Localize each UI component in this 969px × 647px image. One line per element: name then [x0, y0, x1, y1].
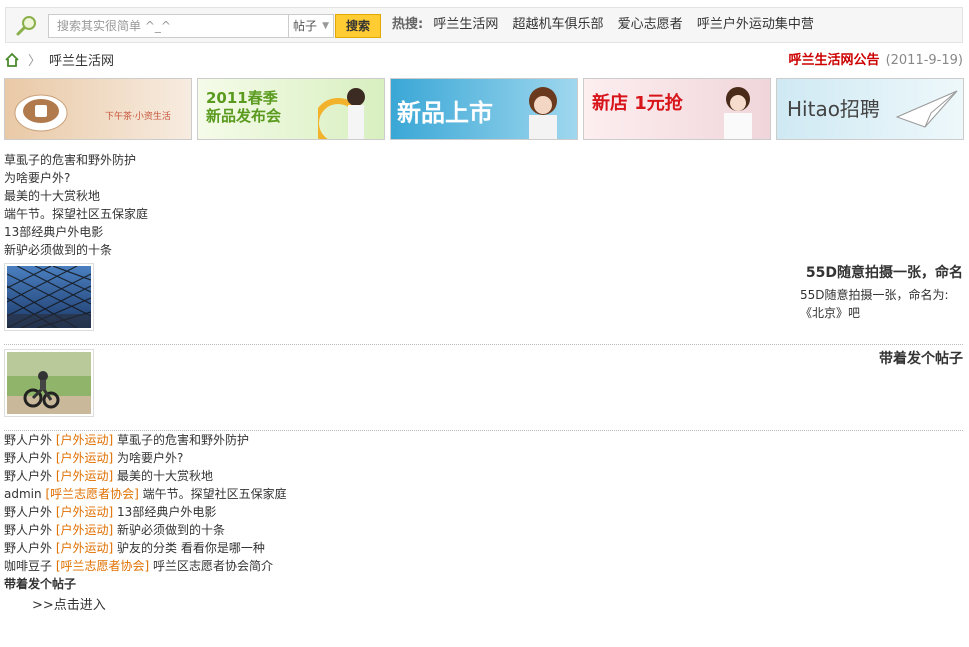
featured-thumbnail[interactable] — [4, 349, 94, 417]
hot-search: 热搜: 呼兰生活网 超越机车俱乐部 爱心志愿者 呼兰户外运动集中营 — [392, 8, 824, 42]
post-author[interactable]: 野人户外 — [4, 469, 52, 483]
model-photo — [318, 88, 365, 139]
post-title[interactable]: 端午节。探望社区五保家庭 — [143, 487, 287, 501]
post-author[interactable]: 野人户外 — [4, 505, 52, 519]
table-row: 野人户外 [户外运动] 13部经典户外电影 — [4, 503, 287, 521]
model-photo — [529, 87, 557, 139]
fence-sky-photo — [6, 265, 92, 329]
list-item[interactable]: 最美的十大赏秋地 — [4, 189, 100, 203]
motorbike-photo — [7, 352, 91, 414]
post-author[interactable]: 咖啡豆子 — [4, 559, 52, 573]
post-title[interactable]: 呼兰区志愿者协会简介 — [153, 559, 273, 573]
featured-thumbnail[interactable] — [4, 263, 94, 331]
chevron-right-icon: 〉 — [28, 54, 42, 69]
post-author[interactable]: 野人户外 — [4, 541, 52, 555]
table-row: 野人户外 [户外运动] 驴友的分类 看看你是哪一种 — [4, 539, 287, 557]
list-item[interactable]: 草虱子的危害和野外防护 — [4, 153, 136, 167]
list-item[interactable]: 端午节。探望社区五保家庭 — [4, 207, 148, 221]
post-author[interactable]: 野人户外 — [4, 523, 52, 537]
post-category[interactable]: [呼兰志愿者协会] — [45, 487, 138, 501]
banner-title: Hitao招聘 — [787, 97, 880, 121]
search-button[interactable]: 搜索 — [335, 14, 381, 38]
list-item[interactable]: 为啥要户外? — [4, 171, 70, 185]
table-row: admin [呼兰志愿者协会] 端午节。探望社区五保家庭 — [4, 485, 287, 503]
paper-plane-icon — [895, 90, 958, 128]
featured-title[interactable]: 55D随意拍摄一张，命名 — [806, 262, 963, 282]
home-icon[interactable] — [4, 52, 20, 68]
breadcrumb: 〉呼兰生活网 — [4, 52, 114, 70]
banner-recruitment[interactable]: Hitao招聘 — [776, 78, 964, 140]
post-title[interactable]: 13部经典户外电影 — [117, 505, 216, 519]
post-title[interactable]: 草虱子的危害和野外防护 — [117, 433, 249, 447]
post-title[interactable]: 为啥要户外? — [117, 451, 183, 465]
post-category[interactable]: [户外运动] — [56, 451, 113, 465]
featured-desc: 55D随意拍摄一张，命名为:《北京》吧 — [800, 288, 949, 320]
list-item[interactable]: 新驴必须做到的十条 — [4, 243, 112, 257]
hot-search-label: 热搜: — [392, 17, 424, 32]
magnifier-icon — [16, 16, 36, 36]
post-author[interactable]: 野人户外 — [4, 451, 52, 465]
post-author[interactable]: 野人户外 — [4, 433, 52, 447]
coffee-cup-icon — [14, 94, 68, 132]
post-category[interactable]: [户外运动] — [56, 469, 113, 483]
post-author[interactable]: admin — [4, 487, 42, 501]
post-category[interactable]: [户外运动] — [56, 505, 113, 519]
banner-new-arrivals[interactable]: 新品上市 — [390, 78, 578, 140]
table-row: 野人户外 [户外运动] 新驴必须做到的十条 — [4, 521, 287, 539]
post-category[interactable]: [户外运动] — [56, 433, 113, 447]
banner-spring-launch[interactable]: 2011春季 新品发布会 — [197, 78, 385, 140]
breadcrumb-current[interactable]: 呼兰生活网 — [49, 54, 114, 69]
banner-title: 2011春季 新品发布会 — [206, 89, 282, 125]
search-bar: 搜索其实很简单 ^_^ 帖子 ▼ 搜索 热搜: 呼兰生活网 超越机车俱乐部 爱心… — [5, 7, 963, 43]
divider — [4, 344, 963, 345]
banner-title: 新品上市 — [397, 99, 493, 127]
banner-new-store[interactable]: 新店 1元抢 — [583, 78, 771, 140]
hot-link[interactable]: 呼兰生活网 — [433, 17, 498, 32]
search-input[interactable]: 搜索其实很简单 ^_^ — [48, 14, 292, 38]
post-category[interactable]: [呼兰志愿者协会] — [56, 559, 149, 573]
section-title: 带着发个帖子 — [4, 577, 77, 591]
search-type-label: 帖子 — [293, 19, 318, 33]
featured-title[interactable]: 带着发个帖子 — [879, 348, 963, 368]
hot-link[interactable]: 超越机车俱乐部 — [513, 17, 604, 32]
hot-link[interactable]: 爱心志愿者 — [618, 17, 683, 32]
post-title[interactable]: 新驴必须做到的十条 — [117, 523, 225, 537]
search-type-select[interactable]: 帖子 ▼ — [288, 14, 334, 38]
post-title[interactable]: 驴友的分类 看看你是哪一种 — [117, 541, 265, 555]
model-photo — [724, 87, 752, 139]
post-title[interactable]: 最美的十大赏秋地 — [117, 469, 213, 483]
table-row: 咖啡豆子 [呼兰志愿者协会] 呼兰区志愿者协会简介 — [4, 557, 287, 575]
table-row: 野人户外 [户外运动] 最美的十大赏秋地 — [4, 467, 287, 485]
table-row: 野人户外 [户外运动] 为啥要户外? — [4, 449, 287, 467]
post-category[interactable]: [户外运动] — [56, 523, 113, 537]
chevron-down-icon: ▼ — [322, 21, 329, 31]
post-category[interactable]: [户外运动] — [56, 541, 113, 555]
notice-date: (2011-9-19) — [885, 53, 963, 68]
banner-title: 下午茶·小资生活 — [105, 112, 171, 122]
hot-link[interactable]: 呼兰户外运动集中营 — [697, 17, 814, 32]
banner-title: 新店 1元抢 — [592, 93, 683, 114]
notice-title[interactable]: 呼兰生活网公告 — [789, 53, 880, 68]
post-list: 野人户外 [户外运动] 草虱子的危害和野外防护 野人户外 [户外运动] 为啥要户… — [4, 431, 287, 575]
site-notice: 呼兰生活网公告 (2011-9-19) — [789, 52, 963, 70]
enter-link[interactable]: >>点击进入 — [32, 594, 106, 613]
top-article-list: 草虱子的危害和野外防护 为啥要户外? 最美的十大赏秋地 端午节。探望社区五保家庭… — [4, 151, 148, 259]
table-row: 野人户外 [户外运动] 草虱子的危害和野外防护 — [4, 431, 287, 449]
banner-row: 下午茶·小资生活 2011春季 新品发布会 新品上市 新店 1元抢 Hitao招… — [4, 78, 964, 140]
banner-afternoon-tea[interactable]: 下午茶·小资生活 — [4, 78, 192, 140]
list-item[interactable]: 13部经典户外电影 — [4, 225, 103, 239]
